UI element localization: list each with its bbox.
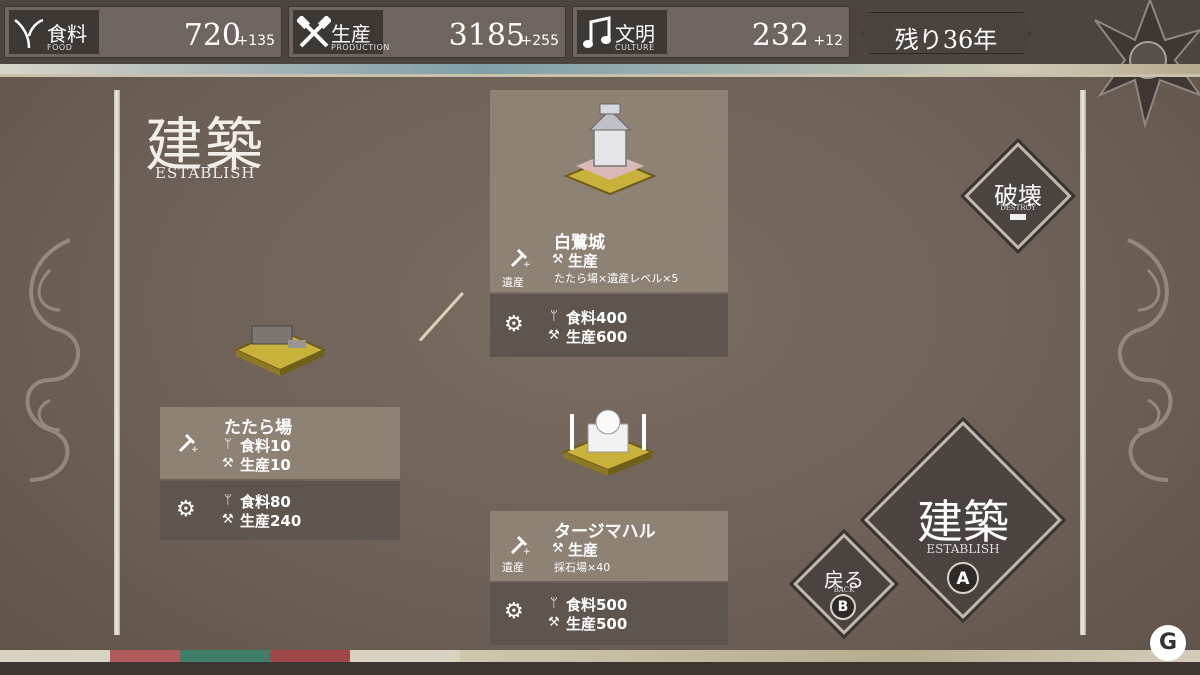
gear-icon: ⚙ bbox=[504, 599, 524, 624]
taj-mahal-sprite[interactable] bbox=[558, 400, 658, 478]
right-scroll-ornament bbox=[1118, 238, 1173, 482]
a-key-badge: A bbox=[947, 562, 979, 594]
years-remaining: 残り36年 bbox=[862, 12, 1030, 54]
game-screen: 食料 FOOD 720 +135 生産 PRODUCTION 3185 +255 bbox=[0, 0, 1200, 675]
watermark-logo: G bbox=[1150, 625, 1186, 661]
svg-text:+: + bbox=[191, 445, 198, 453]
sprout-icon bbox=[14, 18, 44, 49]
sprout-icon: ᛘ bbox=[224, 437, 232, 452]
hammers-icon: ⚒ bbox=[552, 252, 564, 267]
heritage-label: 遺産 bbox=[502, 276, 524, 289]
right-rail bbox=[1080, 90, 1086, 635]
shirasagi-prod: 生産600 bbox=[566, 328, 628, 346]
stripe-segment bbox=[110, 650, 180, 662]
tatara-upkeep-prod: 生産240 bbox=[240, 512, 302, 530]
hammers-icon: ⚒ bbox=[552, 541, 564, 556]
b-key-badge: B bbox=[830, 594, 856, 620]
bottom-decor-stripe bbox=[0, 650, 1200, 662]
tatara-upkeep-food: 食料80 bbox=[240, 493, 291, 511]
upgrade-connector-line bbox=[418, 291, 464, 342]
tatara-build-prod: 生産10 bbox=[240, 456, 291, 474]
hammers-icon: ⚒ bbox=[222, 512, 234, 527]
sprout-icon: ᛘ bbox=[550, 309, 558, 324]
stripe-segment bbox=[460, 650, 1200, 662]
music-note-icon bbox=[583, 16, 611, 48]
culture-resource: 文明 CULTURE 232 +12 bbox=[572, 6, 850, 58]
establish-button[interactable]: 建築 ESTABLISH A bbox=[864, 421, 1062, 619]
production-label-box: 生産 PRODUCTION bbox=[293, 10, 389, 54]
food-resource: 食料 FOOD 720 +135 bbox=[4, 6, 282, 58]
sprout-icon: ᛘ bbox=[224, 493, 232, 508]
years-remaining-text: 残り36年 bbox=[894, 26, 998, 54]
stripe-segment bbox=[180, 650, 270, 662]
gear-icon: ⚙ bbox=[176, 497, 196, 522]
stripe-segment bbox=[270, 650, 350, 662]
svg-text:+: + bbox=[523, 547, 530, 555]
build-hammer-icon: + bbox=[510, 535, 530, 555]
destroy-label-en: DESTROY bbox=[1000, 204, 1036, 212]
tatara-upkeep-panel: ⚙ ᛘ 食料80 ⚒ 生産240 bbox=[160, 481, 400, 540]
taj-prod: 生産500 bbox=[566, 615, 628, 633]
culture-value: 232 bbox=[751, 18, 809, 53]
castle-sprite bbox=[563, 103, 657, 196]
screen-title-en: ESTABLISH bbox=[155, 164, 256, 182]
left-rail bbox=[114, 90, 120, 635]
taj-effect: 生産 bbox=[568, 541, 599, 559]
tatara-build-food: 食料10 bbox=[240, 437, 291, 455]
production-income: +255 bbox=[520, 33, 559, 49]
culture-label-box: 文明 CULTURE bbox=[577, 10, 667, 54]
back-label-en: BACK bbox=[833, 586, 855, 594]
culture-label-en: CULTURE bbox=[615, 43, 655, 52]
food-label-box: 食料 FOOD bbox=[9, 10, 99, 54]
hammers-icon bbox=[297, 16, 331, 48]
destroy-button[interactable]: 破壊 DESTROY bbox=[964, 142, 1072, 250]
culture-income: +12 bbox=[813, 33, 843, 49]
heritage-label: 遺産 bbox=[502, 561, 524, 574]
establish-label-en: ESTABLISH bbox=[926, 542, 1000, 556]
hammers-icon: ⚒ bbox=[222, 456, 234, 471]
tatara-info-panel[interactable]: + たたら場 ᛘ 食料10 ⚒ 生産10 bbox=[160, 407, 400, 479]
svg-text:+: + bbox=[523, 260, 530, 268]
left-scroll-ornament bbox=[25, 238, 80, 482]
hammers-icon: ⚒ bbox=[548, 328, 560, 343]
resource-bar: 食料 FOOD 720 +135 生産 PRODUCTION 3185 +255 bbox=[0, 0, 1200, 64]
shirasagi-detail: たたら場×遺産レベル×5 bbox=[554, 272, 679, 285]
build-hammer-icon: + bbox=[510, 248, 530, 268]
bottom-bar bbox=[0, 662, 1200, 675]
back-button[interactable]: 戻る BACK B bbox=[793, 533, 895, 635]
production-value: 3185 bbox=[448, 18, 525, 53]
tatara-building-sprite[interactable] bbox=[232, 312, 328, 378]
taj-detail: 採石場×40 bbox=[554, 561, 611, 574]
production-resource: 生産 PRODUCTION 3185 +255 bbox=[288, 6, 566, 58]
food-value: 720 bbox=[183, 18, 241, 53]
minus-icon bbox=[1010, 214, 1026, 220]
shirasagi-cost-panel: ⚙ ᛘ 食料400 ⚒ 生産600 bbox=[490, 294, 728, 357]
top-decor-line bbox=[0, 74, 1200, 77]
build-hammer-icon: + bbox=[178, 433, 198, 453]
shirasagi-effect: 生産 bbox=[568, 252, 599, 270]
top-decor-stripe bbox=[0, 64, 1200, 74]
taj-food: 食料500 bbox=[566, 596, 628, 614]
taj-info-panel[interactable]: タージマハル + 遺産 ⚒ 生産 採石場×40 bbox=[490, 511, 728, 581]
taj-cost-panel: ⚙ ᛘ 食料500 ⚒ 生産500 bbox=[490, 583, 728, 645]
sprout-icon: ᛘ bbox=[550, 596, 558, 611]
hammers-icon: ⚒ bbox=[548, 615, 560, 630]
food-label-en: FOOD bbox=[47, 43, 73, 52]
gear-icon: ⚙ bbox=[504, 312, 524, 337]
production-label-en: PRODUCTION bbox=[331, 43, 390, 52]
shirasagi-food: 食料400 bbox=[566, 309, 628, 327]
food-income: +135 bbox=[236, 33, 275, 49]
shirasagi-info-panel[interactable]: 白鷺城 + 遺産 ⚒ 生産 たたら場×遺産レベル×5 bbox=[490, 90, 728, 292]
